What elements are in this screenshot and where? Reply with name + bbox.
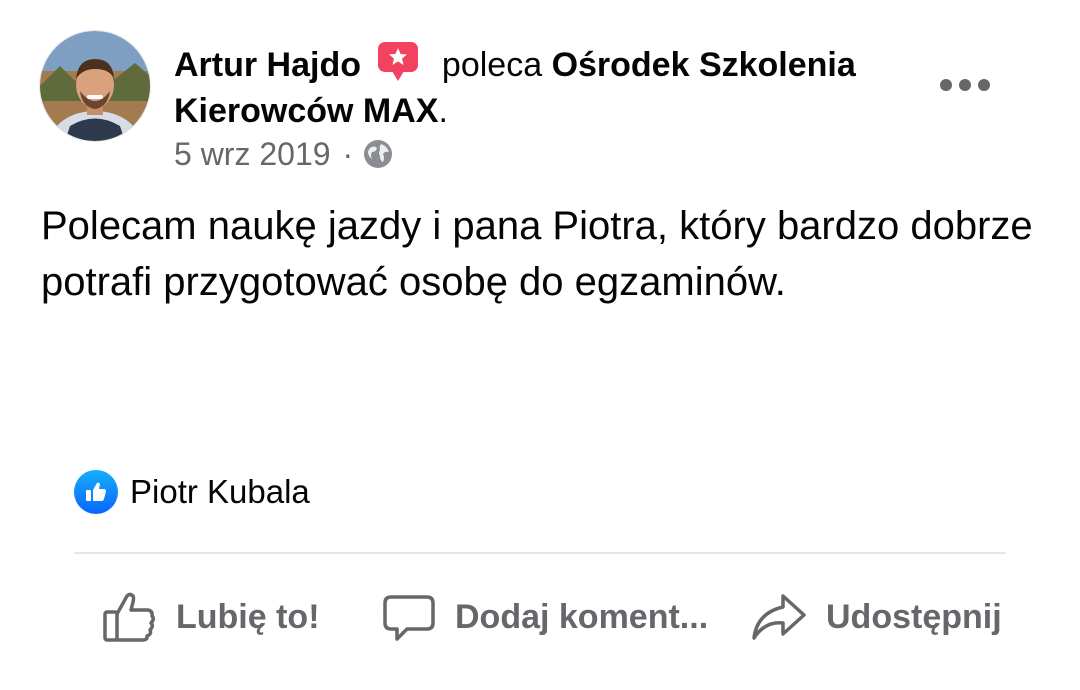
reaction-names: Piotr Kubala: [130, 473, 310, 510]
globe-icon: [364, 140, 393, 168]
more-dot-icon: [940, 79, 952, 91]
thumbs-up-icon: [103, 592, 156, 642]
post-meta: 5 wrz 2019 ·: [174, 134, 393, 174]
post-body-text: Polecam naukę jazdy i pana Piotra, który…: [41, 204, 1033, 304]
post-date[interactable]: 5 wrz 2019: [174, 134, 331, 174]
more-dot-icon: [978, 79, 990, 91]
like-button[interactable]: Lubię to!: [100, 585, 320, 649]
comment-button[interactable]: Dodaj koment...: [381, 585, 708, 649]
recommend-icon: [378, 42, 419, 81]
more-dot-icon: [959, 79, 971, 91]
comment-bubble-icon: [383, 595, 435, 641]
more-options-button[interactable]: [940, 70, 990, 100]
post-header: Artur Hajdo poleca Ośrodek Szkolenia Kie…: [174, 40, 894, 134]
comment-label: Dodaj koment...: [455, 597, 709, 636]
divider: [74, 552, 1006, 554]
page-name-suffix: .: [438, 92, 448, 130]
like-label: Lubię to!: [176, 597, 320, 636]
share-arrow-icon: [752, 594, 806, 640]
post-card: Artur Hajdo poleca Ośrodek Szkolenia Kie…: [0, 0, 1080, 690]
avatar[interactable]: [40, 31, 150, 141]
recommend-verb: poleca: [441, 46, 543, 84]
author-name[interactable]: Artur Hajdo: [174, 46, 361, 84]
avatar-photo: [40, 31, 150, 141]
action-bar: Lubię to! Dodaj koment... Udostępnij: [0, 585, 1080, 649]
like-icon: [74, 470, 118, 514]
share-label: Udostępnij: [826, 597, 1002, 636]
share-button[interactable]: Udostępnij: [750, 585, 1002, 649]
reactions-summary[interactable]: Piotr Kubala: [74, 470, 310, 514]
meta-separator: ·: [342, 136, 354, 172]
